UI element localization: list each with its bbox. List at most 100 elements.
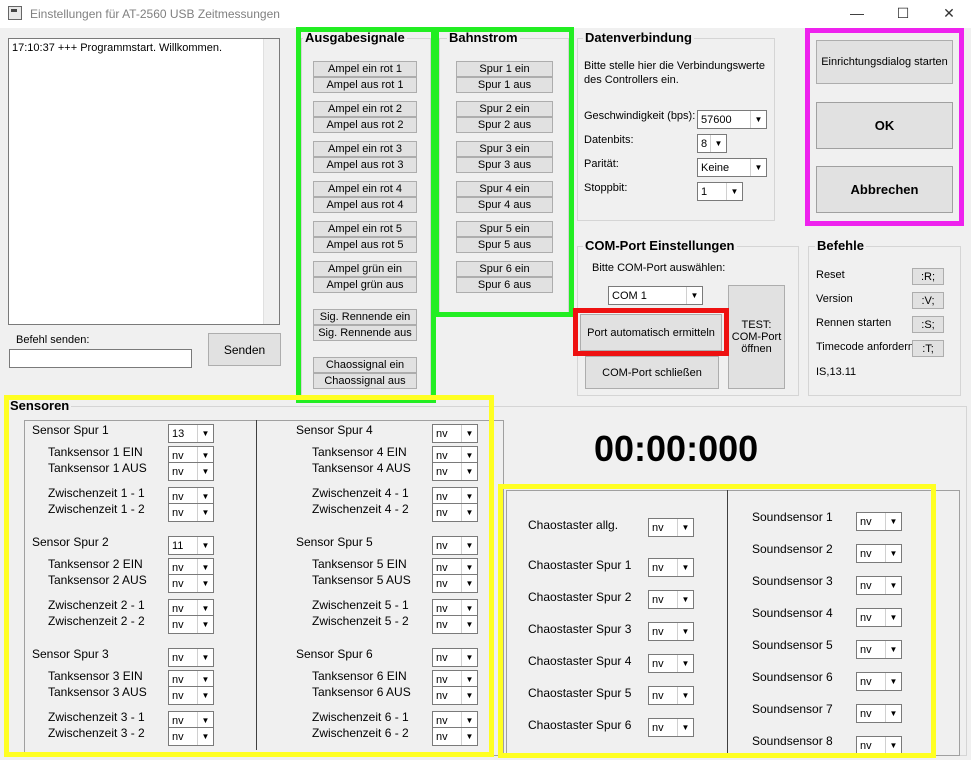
befehl-code-button[interactable]: :T; [912, 340, 944, 357]
signal-button[interactable]: Ampel grün aus [313, 277, 417, 293]
chaos-select[interactable]: nv ▼ [648, 558, 694, 577]
chaos-select[interactable]: nv ▼ [648, 718, 694, 737]
signal-button[interactable]: Sig. Rennende aus [313, 325, 417, 341]
sound-label: Soundsensor 4 [752, 606, 833, 620]
cancel-button[interactable]: Abbrechen [816, 166, 953, 213]
signal-button[interactable]: Ampel ein rot 4 [313, 181, 417, 197]
signal-button[interactable]: Ampel aus rot 1 [313, 77, 417, 93]
setup-button[interactable]: Einrichtungsdialog starten [816, 40, 953, 84]
bahnstrom-button[interactable]: Spur 3 ein [456, 141, 553, 157]
sensor-spur-select[interactable]: 11 ▼ [168, 536, 214, 555]
sensor-spur-select[interactable]: nv ▼ [432, 648, 478, 667]
bahnstrom-button[interactable]: Spur 3 aus [456, 157, 553, 173]
com-port-select[interactable]: COM 1 ▼ [608, 286, 703, 305]
signal-button[interactable]: Chaossignal aus [313, 373, 417, 389]
bahnstrom-button[interactable]: Spur 1 aus [456, 77, 553, 93]
bahnstrom-button[interactable]: Spur 1 ein [456, 61, 553, 77]
sound-select[interactable]: nv ▼ [856, 736, 902, 755]
sound-select[interactable]: nv ▼ [856, 704, 902, 723]
chaos-select[interactable]: nv ▼ [648, 686, 694, 705]
ok-button[interactable]: OK [816, 102, 953, 149]
minimize-button[interactable]: — [834, 0, 880, 28]
bahnstrom-button[interactable]: Spur 2 aus [456, 117, 553, 133]
bahnstrom-button[interactable]: Spur 4 ein [456, 181, 553, 197]
bahnstrom-button[interactable]: Spur 5 aus [456, 237, 553, 253]
paritaet-select[interactable]: Keine ▼ [697, 158, 767, 177]
signal-button[interactable]: Ampel grün ein [313, 261, 417, 277]
bahnstrom-button[interactable]: Spur 5 ein [456, 221, 553, 237]
geschwindigkeit-select[interactable]: 57600 ▼ [697, 110, 767, 129]
chevron-down-icon: ▼ [677, 719, 693, 736]
signal-button[interactable]: Ampel ein rot 3 [313, 141, 417, 157]
sensor-item-select[interactable]: nv ▼ [168, 574, 214, 593]
bahnstrom-button[interactable]: Spur 2 ein [456, 101, 553, 117]
sensor-item-select[interactable]: nv ▼ [168, 503, 214, 522]
bahnstrom-button[interactable]: Spur 6 ein [456, 261, 553, 277]
sound-select[interactable]: nv ▼ [856, 512, 902, 531]
test-label-line: COM-Port [731, 331, 782, 343]
close-button[interactable]: ✕ [926, 0, 971, 28]
sensor-item-select[interactable]: nv ▼ [432, 574, 478, 593]
sensor-item-label: Zwischenzeit 6 - 1 [312, 710, 409, 724]
signal-button[interactable]: Sig. Rennende ein [313, 309, 417, 325]
maximize-button[interactable]: ☐ [880, 0, 926, 28]
geschwindigkeit-label: Geschwindigkeit (bps): [584, 110, 696, 122]
test-label-line: TEST: [741, 319, 772, 331]
sound-select[interactable]: nv ▼ [856, 576, 902, 595]
chevron-down-icon: ▼ [197, 687, 213, 704]
select-value: nv [436, 714, 448, 727]
chaos-select[interactable]: nv ▼ [648, 590, 694, 609]
com-close-button[interactable]: COM-Port schließen [585, 356, 719, 389]
sensor-spur-select[interactable]: nv ▼ [168, 648, 214, 667]
sound-select[interactable]: nv ▼ [856, 672, 902, 691]
chevron-down-icon: ▼ [197, 537, 213, 554]
chaos-label: Chaostaster Spur 1 [528, 558, 632, 572]
datenbits-select[interactable]: 8 ▼ [697, 134, 727, 153]
signal-button[interactable]: Ampel ein rot 5 [313, 221, 417, 237]
sensor-item-label: Tanksensor 4 EIN [312, 445, 407, 459]
signal-button[interactable]: Ampel aus rot 4 [313, 197, 417, 213]
sensor-item-select[interactable]: nv ▼ [168, 686, 214, 705]
log-box[interactable]: 17:10:37 +++ Programmstart. Willkommen. [8, 38, 280, 325]
befehl-code-button[interactable]: :S; [912, 316, 944, 333]
sound-select[interactable]: nv ▼ [856, 608, 902, 627]
stoppbit-select[interactable]: 1 ▼ [697, 182, 743, 201]
chaos-select[interactable]: nv ▼ [648, 518, 694, 537]
chaos-select[interactable]: nv ▼ [648, 622, 694, 641]
sensor-item-select[interactable]: nv ▼ [432, 615, 478, 634]
sensor-item-select[interactable]: nv ▼ [168, 615, 214, 634]
chaos-select[interactable]: nv ▼ [648, 654, 694, 673]
select-value: 13 [172, 427, 185, 440]
sound-select[interactable]: nv ▼ [856, 544, 902, 563]
sensor-spur-select[interactable]: 13 ▼ [168, 424, 214, 443]
signal-button[interactable]: Chaossignal ein [313, 357, 417, 373]
sensor-item-select[interactable]: nv ▼ [432, 727, 478, 746]
sensor-item-select[interactable]: nv ▼ [432, 503, 478, 522]
bahnstrom-button[interactable]: Spur 6 aus [456, 277, 553, 293]
signal-button[interactable]: Ampel aus rot 3 [313, 157, 417, 173]
signal-button[interactable]: Ampel aus rot 2 [313, 117, 417, 133]
auto-port-button[interactable]: Port automatisch ermitteln [580, 314, 722, 351]
signal-button[interactable]: Ampel ein rot 2 [313, 101, 417, 117]
signal-button[interactable]: Ampel aus rot 5 [313, 237, 417, 253]
test-com-button[interactable]: TEST: COM-Port öffnen [728, 285, 785, 389]
sensoren-title: Sensoren [8, 398, 72, 413]
senden-button[interactable]: Senden [208, 333, 281, 366]
select-value: nv [436, 618, 448, 631]
sensor-spur-select[interactable]: nv ▼ [432, 424, 478, 443]
sound-select[interactable]: nv ▼ [856, 640, 902, 659]
sensor-item-select[interactable]: nv ▼ [168, 462, 214, 481]
befehl-code-button[interactable]: :R; [912, 268, 944, 285]
timer-display: 00:00:000 [594, 428, 759, 469]
sensor-item-select[interactable]: nv ▼ [432, 462, 478, 481]
sensor-spur-select[interactable]: nv ▼ [432, 536, 478, 555]
befehl-code-button[interactable]: :V; [912, 292, 944, 309]
log-scrollbar[interactable] [263, 39, 279, 324]
sensor-item-select[interactable]: nv ▼ [168, 727, 214, 746]
signal-button[interactable]: Ampel ein rot 1 [313, 61, 417, 77]
befehl-input[interactable] [9, 349, 192, 368]
select-value: nv [436, 689, 448, 702]
befehl-row-label: Timecode anfordern [816, 341, 915, 353]
sensor-item-select[interactable]: nv ▼ [432, 686, 478, 705]
bahnstrom-button[interactable]: Spur 4 aus [456, 197, 553, 213]
